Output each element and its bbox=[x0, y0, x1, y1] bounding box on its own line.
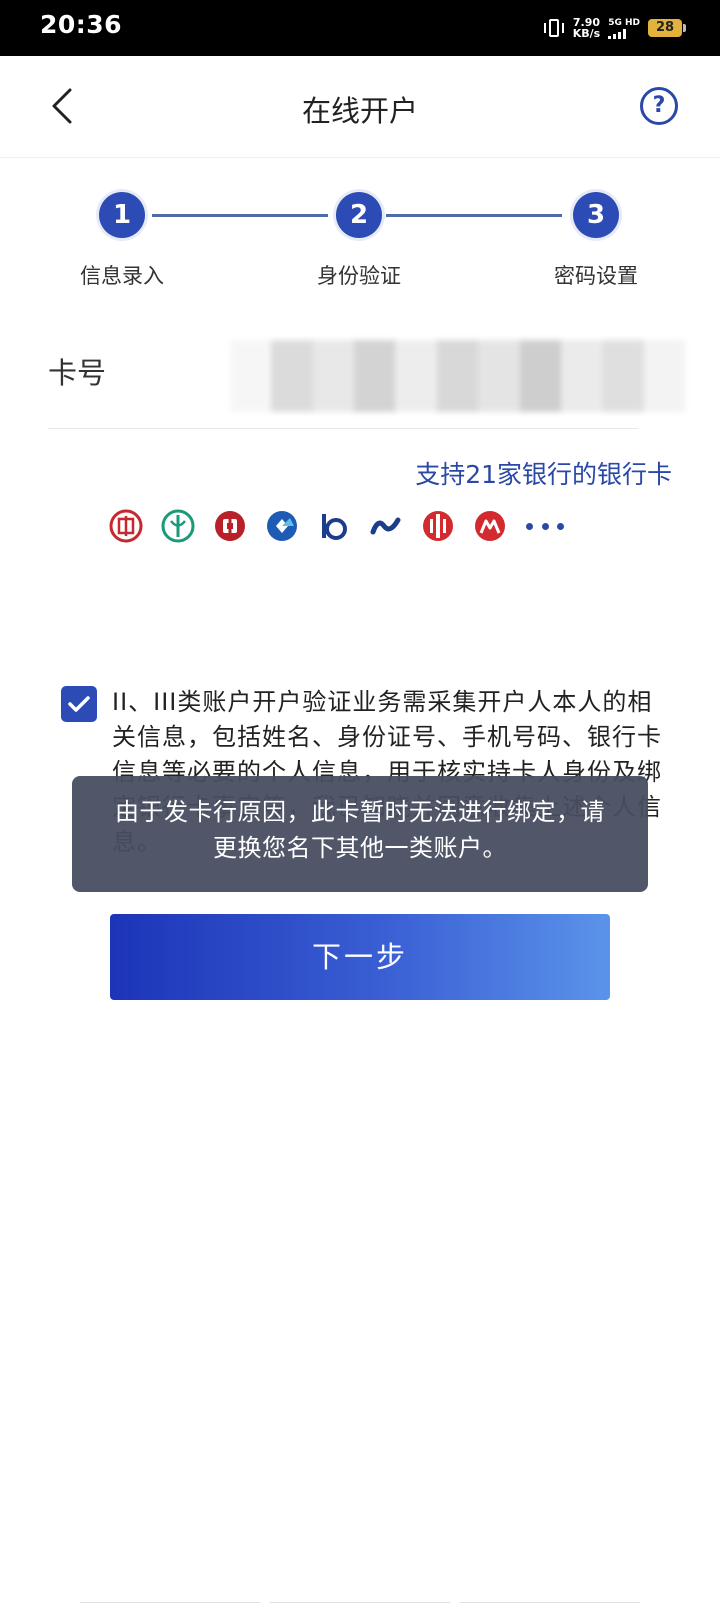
status-icons: 7.90 KB/s 5G HD 28 bbox=[543, 14, 686, 42]
error-toast: 由于发卡行原因，此卡暂时无法进行绑定，请更换您名下其他一类账户。 bbox=[72, 776, 648, 892]
spdb-icon bbox=[370, 517, 401, 535]
network-type: 5G HD bbox=[608, 17, 640, 28]
step-3-label: 密码设置 bbox=[554, 264, 638, 288]
bank-logos bbox=[108, 508, 566, 544]
vibrate-icon bbox=[543, 17, 565, 39]
nav-bar: 在线开户 ? bbox=[0, 56, 720, 158]
step-3-circle: 3 bbox=[573, 192, 619, 238]
page-title: 在线开户 bbox=[301, 94, 418, 128]
icbc-icon bbox=[109, 509, 143, 543]
citic-icon bbox=[423, 511, 453, 541]
progress-stepper: 1 2 3 信息录入 身份验证 密码设置 bbox=[0, 190, 720, 290]
step-1-label: 信息录入 bbox=[80, 264, 164, 288]
next-button[interactable]: 下一步 bbox=[110, 914, 610, 1000]
card-number-field[interactable] bbox=[230, 340, 685, 412]
bottom-edge bbox=[80, 1602, 640, 1608]
agreement-checkbox[interactable] bbox=[61, 686, 97, 722]
step-2-label: 身份验证 bbox=[317, 264, 401, 288]
step-connector bbox=[152, 214, 328, 217]
card-number-label: 卡号 bbox=[48, 356, 107, 390]
step-1-circle: 1 bbox=[99, 192, 145, 238]
divider bbox=[48, 428, 638, 429]
network-speed: 7.90 KB/s bbox=[573, 17, 600, 39]
more-icon[interactable] bbox=[524, 508, 566, 544]
boc-icon bbox=[215, 511, 245, 541]
network-indicator: 5G HD bbox=[608, 18, 640, 39]
page: 20:36 7.90 KB/s 5G HD 28 在线开户 ? 1 2 3 信息… bbox=[0, 0, 720, 1612]
help-icon[interactable]: ? bbox=[640, 87, 678, 125]
step-2-circle: 2 bbox=[336, 192, 382, 238]
abc-icon bbox=[161, 509, 195, 543]
signal-icon bbox=[608, 28, 640, 39]
step-connector bbox=[386, 214, 562, 217]
battery-icon: 28 bbox=[648, 19, 686, 37]
cmb-icon bbox=[475, 511, 505, 541]
ccb-icon bbox=[267, 511, 297, 541]
supported-banks-link[interactable]: 支持21家银行的银行卡 bbox=[415, 455, 672, 491]
bocom-icon bbox=[322, 514, 347, 540]
speed-unit: KB/s bbox=[572, 27, 601, 40]
status-bar: 20:36 7.90 KB/s 5G HD 28 bbox=[0, 0, 720, 56]
status-time: 20:36 bbox=[40, 10, 123, 39]
